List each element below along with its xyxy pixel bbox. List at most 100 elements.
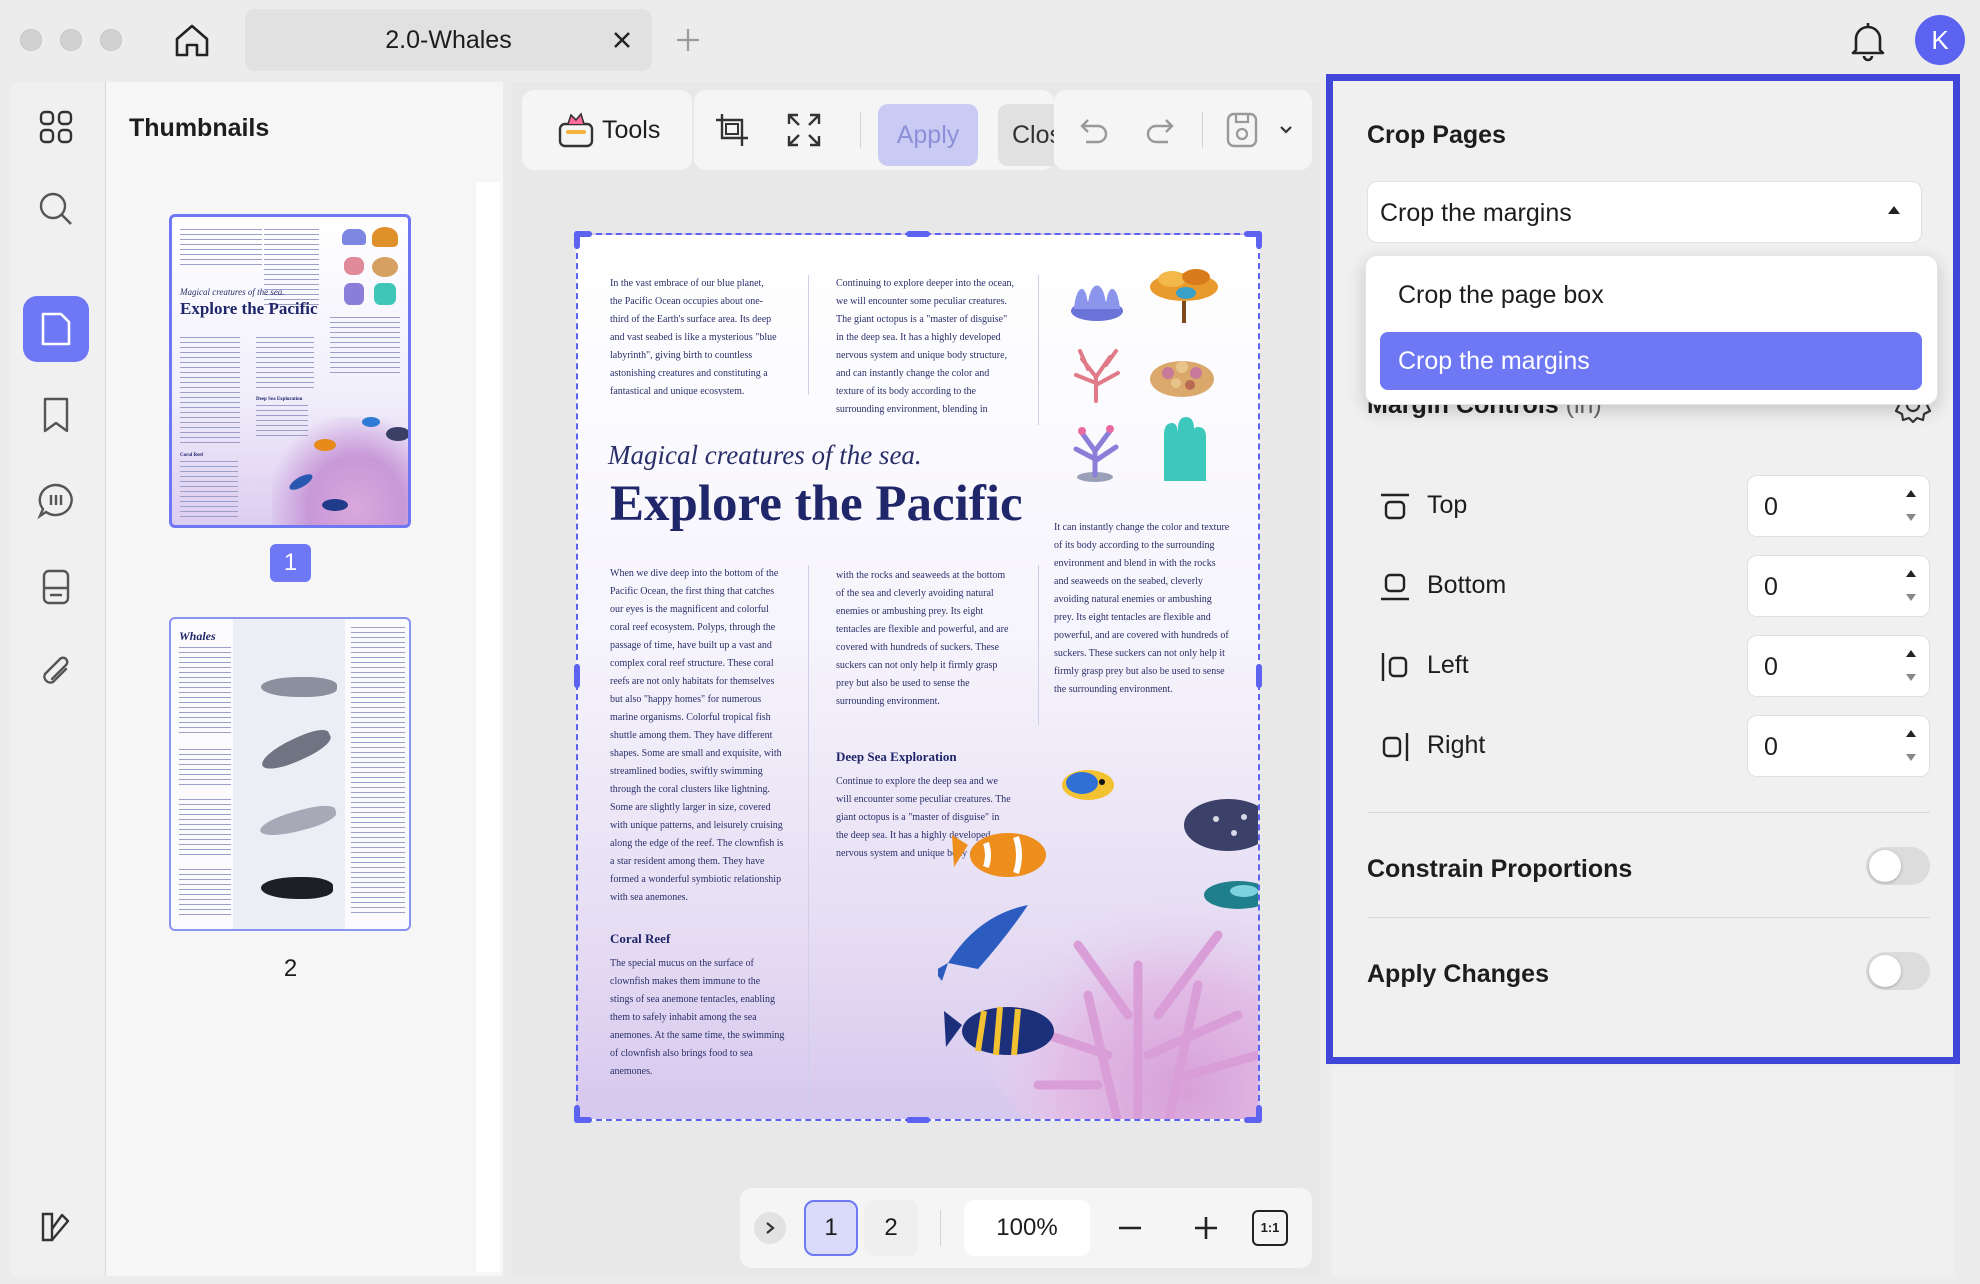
pdf-page[interactable]: In the vast embrace of our blue planet, … (576, 233, 1260, 1121)
chevron-right-icon[interactable] (754, 1212, 786, 1244)
apps-grid-icon[interactable] (23, 94, 89, 160)
spinner-down-icon[interactable] (1906, 594, 1916, 601)
actual-size-button[interactable]: 1:1 (1252, 1210, 1288, 1246)
heading-coral-reef: Coral Reef (610, 931, 671, 946)
thumbnails-scrollbar[interactable] (476, 182, 500, 1272)
toggle-knob (1869, 955, 1901, 987)
page-thumbnail-1[interactable]: Magical creatures of the sea. Explore th… (169, 214, 411, 528)
page-subtitle: Magical creatures of the sea. (608, 440, 922, 470)
page-thumbnail-2[interactable]: Whales (169, 617, 411, 931)
zoom-in-plus-icon[interactable] (1186, 1208, 1226, 1248)
margin-top-input[interactable]: 0 (1747, 475, 1930, 537)
thumb-whale (261, 877, 333, 899)
spinner-up-icon[interactable] (1906, 650, 1916, 657)
coral-purple-image (1064, 271, 1130, 323)
spinner-down-icon[interactable] (1906, 514, 1916, 521)
option-crop-margins[interactable]: Crop the margins (1380, 332, 1922, 390)
page-text-col2-top: Continuing to explore deeper into the oc… (836, 278, 1014, 415)
thumb-text-block (351, 627, 405, 917)
title-bar: 2.0-Whales K (0, 0, 1980, 80)
crop-handle-top[interactable] (906, 231, 930, 237)
crop-mode-select[interactable]: Crop the margins (1367, 181, 1922, 243)
page-text-col1-top: In the vast embrace of our blue planet, … (610, 278, 777, 395)
thumbnail-page-number-1[interactable]: 1 (270, 544, 311, 582)
thumb-text-block (179, 647, 231, 737)
notification-bell-icon[interactable] (1846, 18, 1890, 64)
redo-icon[interactable] (1144, 112, 1180, 148)
thumbnails-title: Thumbnails (129, 114, 270, 142)
crop-handle-right[interactable] (1256, 664, 1262, 688)
home-icon[interactable] (168, 18, 216, 62)
thumbnail-page-number-2[interactable]: 2 (270, 950, 311, 988)
undo-icon[interactable] (1074, 112, 1110, 148)
column-rule (808, 565, 809, 1105)
tab-close-icon[interactable] (610, 28, 634, 52)
window-zoom-dot[interactable] (100, 29, 122, 51)
thumb-fish (362, 417, 380, 427)
bookmark-icon[interactable] (23, 382, 89, 448)
zoom-out-minus-icon[interactable] (1110, 1208, 1150, 1248)
apply-button[interactable]: Apply (878, 104, 978, 166)
tools-button-label[interactable]: Tools (602, 90, 660, 170)
thumb-text-block (256, 337, 314, 392)
thumb-text-block (179, 799, 231, 859)
document-tab[interactable]: 2.0-Whales (245, 9, 652, 71)
window-minimize-dot[interactable] (60, 29, 82, 51)
actual-size-label: 1:1 (1252, 1210, 1288, 1246)
spinner-up-icon[interactable] (1906, 730, 1916, 737)
apply-changes-toggle[interactable] (1866, 952, 1930, 990)
caret-up-icon (1888, 206, 1900, 214)
page-button-2[interactable]: 2 (864, 1200, 918, 1256)
chevron-down-icon[interactable] (1278, 122, 1294, 138)
crop-mode-dropdown: Crop the page box Crop the margins (1365, 255, 1938, 405)
form-icon[interactable] (23, 554, 89, 620)
thumb-coral-teal (374, 283, 396, 305)
margin-bottom-input[interactable]: 0 (1747, 555, 1930, 617)
margin-bottom-value: 0 (1764, 573, 1778, 601)
margin-right-icon (1377, 729, 1413, 765)
crop-handle-bottom-left[interactable] (574, 1105, 580, 1123)
page-icon[interactable] (23, 296, 89, 362)
thumbnails-panel: Thumbnails Magical creatures of the sea.… (105, 82, 503, 1276)
page-text-col1-mid: When we dive deep into the bottom of the… (610, 568, 784, 903)
crop-handle-top-left[interactable] (574, 231, 580, 249)
window-close-dot[interactable] (20, 29, 42, 51)
toolbar-divider (860, 112, 861, 148)
margin-right-input[interactable]: 0 (1747, 715, 1930, 777)
new-tab-plus-icon[interactable] (672, 24, 704, 56)
attachment-icon[interactable] (23, 638, 89, 704)
spinner-down-icon[interactable] (1906, 754, 1916, 761)
search-icon[interactable] (23, 176, 89, 242)
crop-handle-top-right[interactable] (1256, 231, 1262, 249)
thumb-coral-orange (372, 227, 398, 247)
spinner-down-icon[interactable] (1906, 674, 1916, 681)
thumb-fish (314, 439, 336, 451)
margin-bottom-label: Bottom (1427, 571, 1507, 599)
close-button[interactable]: Close (998, 104, 1054, 166)
thumb2-title: Whales (179, 629, 216, 643)
zoom-level-field[interactable]: 100% (964, 1200, 1090, 1256)
toolbox-icon[interactable] (556, 110, 596, 150)
page-button-1[interactable]: 1 (804, 1200, 858, 1256)
crop-handle-bottom[interactable] (906, 1117, 930, 1123)
fullscreen-icon[interactable] (786, 112, 822, 148)
thumb-whale (261, 677, 337, 697)
constrain-proportions-toggle[interactable] (1866, 847, 1930, 885)
comment-icon[interactable] (23, 468, 89, 534)
option-crop-page-box[interactable]: Crop the page box (1398, 266, 1604, 324)
crop-page-icon[interactable] (712, 110, 752, 150)
spinner-up-icon[interactable] (1906, 570, 1916, 577)
margin-top-icon (1377, 489, 1413, 525)
crop-handle-left[interactable] (574, 664, 580, 688)
crop-handle-bottom-right[interactable] (1256, 1105, 1262, 1123)
sidebar-toggle-icon[interactable] (23, 1194, 89, 1260)
thumb-subtitle: Magical creatures of the sea. (180, 287, 285, 297)
thumb-text-block (180, 337, 240, 447)
page-navigation-bar: 1 2 100% 1:1 (740, 1188, 1312, 1268)
margin-top-value: 0 (1764, 493, 1778, 521)
save-icon[interactable] (1224, 110, 1260, 150)
panel-background (1332, 1066, 1954, 1276)
spinner-up-icon[interactable] (1906, 490, 1916, 497)
user-avatar[interactable]: K (1915, 15, 1965, 65)
margin-left-input[interactable]: 0 (1747, 635, 1930, 697)
